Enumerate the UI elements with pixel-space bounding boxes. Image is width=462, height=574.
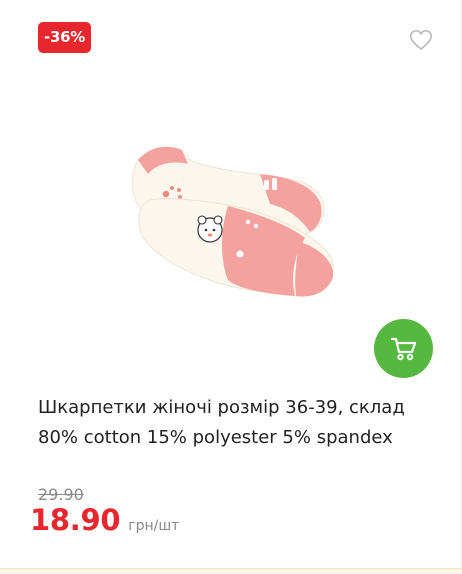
add-to-cart-button[interactable] [374, 319, 433, 378]
product-title[interactable]: Шкарпетки жіночі розмір 36-39, склад 80%… [38, 393, 438, 453]
current-price: 18.90 [30, 503, 121, 537]
price-unit: грн/шт [128, 518, 180, 534]
cart-icon [390, 337, 416, 360]
bottom-divider [0, 568, 462, 574]
old-price: 29.90 [38, 485, 84, 504]
product-image[interactable] [110, 130, 350, 310]
discount-badge: -36% [38, 22, 91, 53]
price-row: 18.90 грн/шт [30, 503, 179, 537]
heart-outline-icon [409, 29, 433, 50]
favorite-button[interactable] [408, 28, 434, 52]
socks-image [131, 146, 334, 297]
product-card[interactable]: -36% Шкарпетки жіночі розмір 36-39, скла… [0, 0, 462, 568]
